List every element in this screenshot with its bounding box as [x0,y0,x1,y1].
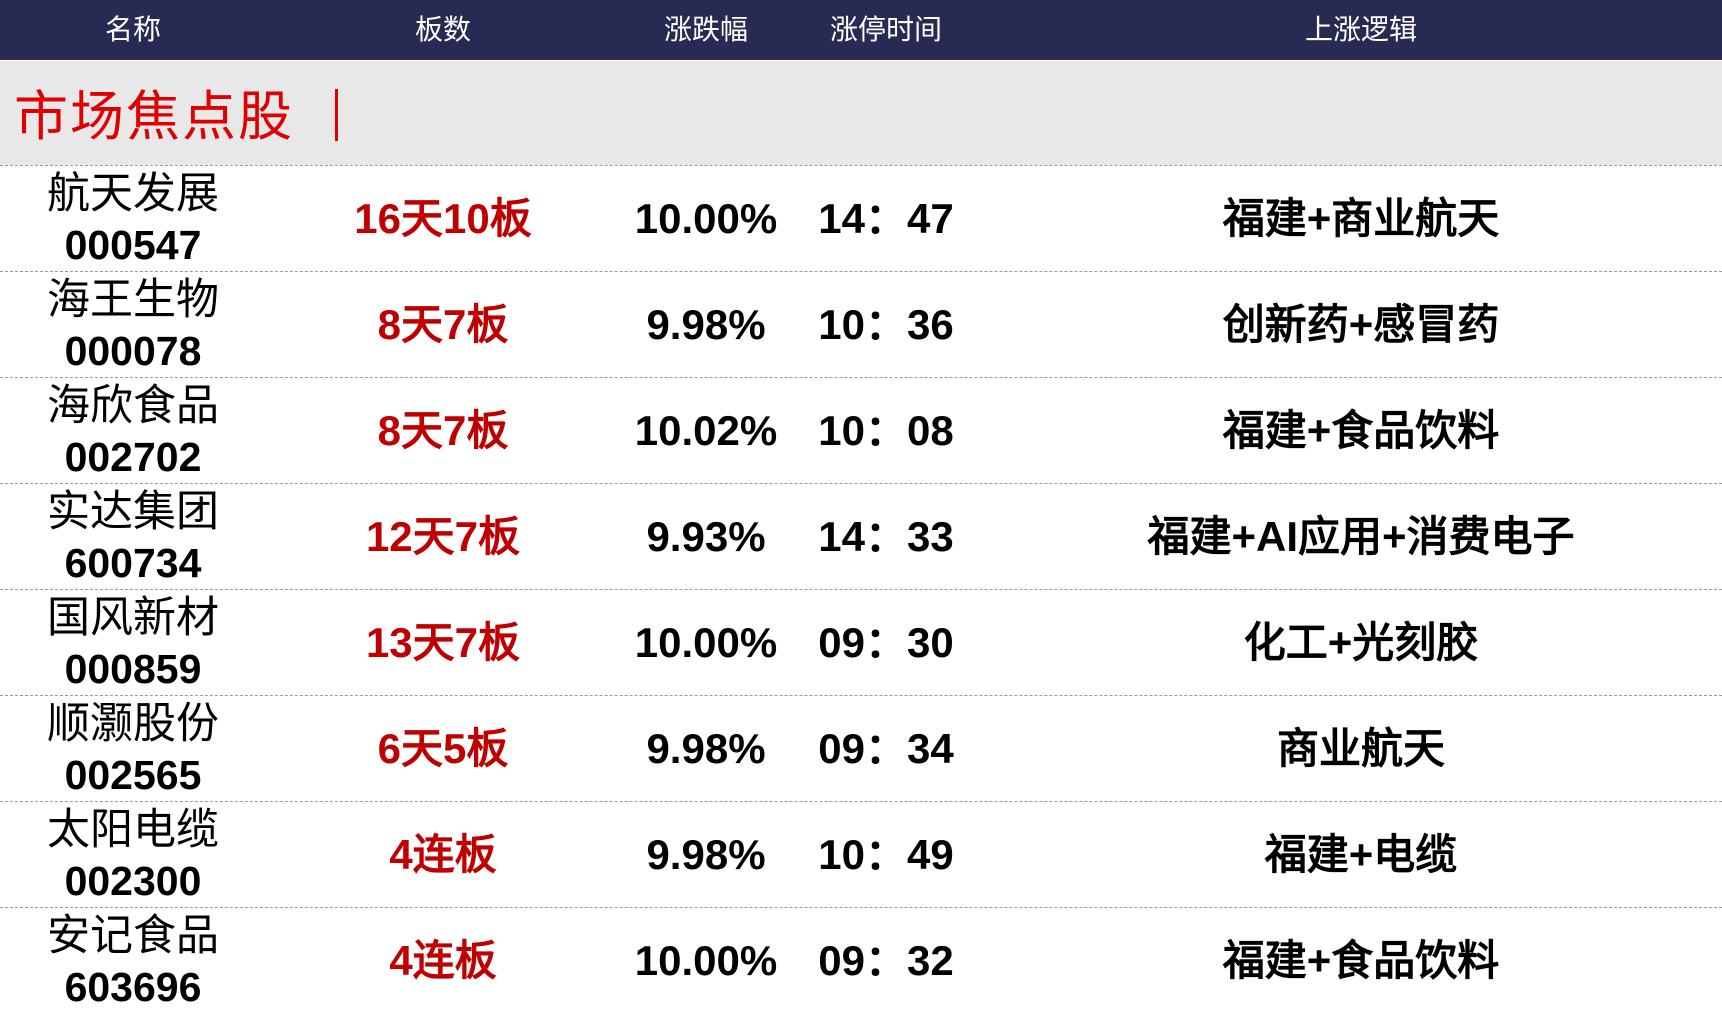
header-logic: 上涨逻辑 [1304,14,1417,45]
board-count: 6天5板 [377,725,509,772]
change-percent: 9.98% [646,725,766,772]
table-header: 名称 板数 涨跌幅 涨停时间 上涨逻辑 [0,0,1722,60]
table-row: 安记食品 603696 4连板 10.00% 09：32 福建+食品饮料 [0,907,1722,1013]
board-count: 4连板 [389,937,497,984]
stock-name-cell: 安记食品 603696 [0,908,266,1014]
change-percent: 10.00% [634,195,778,242]
table-row: 海王生物 000078 8天7板 9.98% 10：36 创新药+感冒药 [0,271,1722,377]
board-count: 16天10板 [354,195,532,242]
rise-logic: 福建+商业航天 [1222,195,1500,242]
header-change: 涨跌幅 [663,14,748,45]
stock-code: 002300 [64,858,202,904]
stock-code: 000078 [64,328,202,374]
section-title: 市场焦点股 [14,85,294,148]
stock-code: 002565 [64,752,202,798]
board-count: 8天7板 [377,407,509,454]
stock-name-cell: 国风新材 000859 [0,590,266,696]
limit-up-time: 14：47 [818,195,954,242]
limit-up-time: 09：32 [818,937,954,984]
stock-name-cell: 太阳电缆 002300 [0,802,266,908]
rise-logic: 化工+光刻胶 [1243,619,1479,666]
stock-name-cell: 海欣食品 002702 [0,378,266,484]
stock-code: 000859 [64,646,202,692]
limit-up-time: 14：33 [818,513,954,560]
section-divider [335,89,338,141]
limit-up-time: 09：34 [818,725,954,772]
stock-name: 海王生物 [47,276,219,324]
stock-name: 实达集团 [47,488,219,536]
board-count: 8天7板 [377,301,509,348]
board-count: 13天7板 [365,619,521,666]
rise-logic: 福建+AI应用+消费电子 [1147,513,1575,560]
change-percent: 10.00% [634,619,778,666]
limit-up-time: 10：36 [818,301,954,348]
stock-code: 002702 [64,434,202,480]
header-name: 名称 [104,14,161,45]
rise-logic: 福建+食品饮料 [1222,937,1500,984]
rise-logic: 创新药+感冒药 [1222,301,1500,348]
table-row: 实达集团 600734 12天7板 9.93% 14：33 福建+AI应用+消费… [0,483,1722,589]
header-limit-time: 涨停时间 [829,14,942,45]
table-row: 国风新材 000859 13天7板 10.00% 09：30 化工+光刻胶 [0,589,1722,695]
table-row: 太阳电缆 002300 4连板 9.98% 10：49 福建+电缆 [0,801,1722,907]
stock-name: 国风新材 [47,594,219,642]
change-percent: 9.98% [646,831,766,878]
table-row: 海欣食品 002702 8天7板 10.02% 10：08 福建+食品饮料 [0,377,1722,483]
stock-name-cell: 顺灏股份 002565 [0,696,266,802]
change-percent: 10.00% [634,937,778,984]
limit-up-time: 10：08 [818,407,954,454]
stock-name-cell: 海王生物 000078 [0,272,266,378]
rise-logic: 福建+电缆 [1264,831,1458,878]
stock-name: 海欣食品 [47,382,219,430]
stock-name: 安记食品 [47,912,219,960]
change-percent: 9.98% [646,301,766,348]
stock-name: 航天发展 [47,170,219,218]
stock-code: 603696 [64,964,202,1010]
rise-logic: 福建+食品饮料 [1222,407,1500,454]
limit-up-time: 10：49 [818,831,954,878]
section-header: 市场焦点股 [0,61,1722,165]
stock-code: 600734 [64,540,202,586]
table-row: 顺灏股份 002565 6天5板 9.98% 09：34 商业航天 [0,695,1722,801]
board-count: 12天7板 [365,513,521,560]
table-row: 航天发展 000547 16天10板 10.00% 14：47 福建+商业航天 [0,165,1722,271]
stock-code: 000547 [64,222,202,268]
rise-logic: 商业航天 [1276,725,1445,772]
stock-name-cell: 实达集团 600734 [0,484,266,590]
header-boards: 板数 [414,14,471,45]
board-count: 4连板 [389,831,497,878]
change-percent: 10.02% [634,407,778,454]
stock-name: 太阳电缆 [47,806,219,854]
limit-up-time: 09：30 [818,619,954,666]
stock-table: 名称 板数 涨跌幅 涨停时间 上涨逻辑 市场焦点股 航天发展 000547 16… [0,0,1722,1014]
change-percent: 9.93% [646,513,766,560]
stock-name-cell: 航天发展 000547 [0,166,266,272]
stock-name: 顺灏股份 [47,700,219,748]
